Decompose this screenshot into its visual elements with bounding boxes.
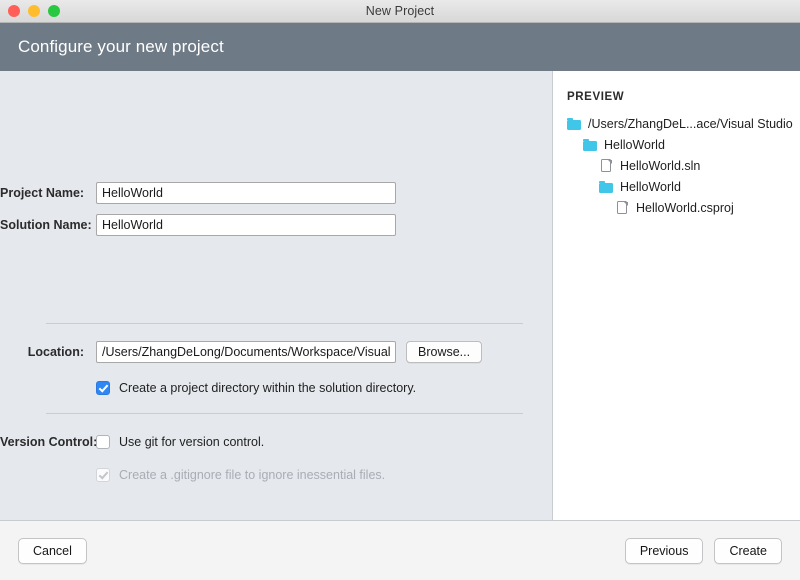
previous-button[interactable]: Previous: [624, 537, 704, 564]
tree-item-project-folder[interactable]: HelloWorld: [567, 176, 800, 197]
project-directory-checkbox-label: Create a project directory within the so…: [119, 381, 417, 395]
version-control-label: Version Control:: [0, 435, 98, 449]
use-git-checkbox-label: Use git for version control.: [119, 435, 265, 449]
tree-item-solution-file[interactable]: HelloWorld.sln: [567, 155, 800, 176]
cancel-button[interactable]: Cancel: [18, 537, 87, 564]
preview-heading: PREVIEW: [567, 91, 625, 103]
create-button[interactable]: Create: [714, 537, 782, 564]
browse-button[interactable]: Browse...: [406, 341, 483, 363]
dialog-header-banner: Configure your new project: [0, 23, 800, 71]
folder-icon: [567, 117, 581, 130]
gitignore-checkbox-row: Create a .gitignore file to ignore iness…: [0, 465, 552, 485]
location-input[interactable]: [96, 341, 396, 363]
maximize-button[interactable]: [48, 5, 60, 17]
project-name-row: Project Name:: [0, 181, 552, 205]
solution-name-label: Solution Name:: [0, 218, 92, 232]
file-icon: [599, 159, 613, 172]
location-row: Location: Browse...: [0, 340, 552, 364]
gitignore-checkbox-label: Create a .gitignore file to ignore iness…: [119, 468, 386, 482]
version-control-row: Version Control: Use git for version con…: [0, 430, 552, 454]
window-title: New Project: [365, 4, 435, 18]
window-titlebar: New Project: [0, 0, 800, 23]
location-field-group: Location: Browse... Create a project dir…: [0, 340, 552, 398]
tree-item-root-folder[interactable]: /Users/ZhangDeL...ace/Visual Studio: [567, 113, 800, 134]
window-controls: [8, 0, 60, 22]
file-icon: [615, 201, 629, 214]
tree-item-solution-folder[interactable]: HelloWorld: [567, 134, 800, 155]
tree-item-project-file[interactable]: HelloWorld.csproj: [567, 197, 800, 218]
tree-item-label: /Users/ZhangDeL...ace/Visual Studio: [588, 116, 793, 131]
section-divider-2: [46, 413, 523, 414]
name-field-group: Project Name: Solution Name:: [0, 181, 552, 237]
preview-pane: PREVIEW /Users/ZhangDeL...ace/Visual Stu…: [553, 71, 800, 520]
folder-icon: [583, 138, 597, 151]
checkbox-icon-project-directory[interactable]: [96, 381, 110, 395]
checkbox-icon-use-git[interactable]: [96, 435, 110, 449]
tree-item-label: HelloWorld: [604, 137, 665, 152]
solution-name-row: Solution Name:: [0, 213, 552, 237]
tree-item-label: HelloWorld.csproj: [636, 200, 734, 215]
solution-name-input[interactable]: [96, 214, 396, 236]
page-title: Configure your new project: [18, 37, 224, 56]
checkbox-icon-gitignore: [96, 468, 110, 482]
version-control-group: Version Control: Use git for version con…: [0, 430, 552, 485]
new-project-dialog: New Project Configure your new project P…: [0, 0, 800, 580]
tree-item-label: HelloWorld.sln: [620, 158, 701, 173]
dialog-footer: Cancel Previous Create: [0, 521, 800, 580]
location-label: Location:: [27, 345, 84, 359]
folder-icon: [599, 180, 613, 193]
close-button[interactable]: [8, 5, 20, 17]
project-name-label: Project Name:: [0, 186, 85, 200]
tree-item-label: HelloWorld: [620, 179, 681, 194]
section-divider-1: [46, 323, 523, 324]
dialog-body: Project Name: Solution Name: Location: B…: [0, 71, 800, 521]
preview-tree: /Users/ZhangDeL...ace/Visual Studio Hell…: [567, 113, 800, 218]
minimize-button[interactable]: [28, 5, 40, 17]
configuration-pane: Project Name: Solution Name: Location: B…: [0, 71, 553, 520]
project-directory-checkbox-row[interactable]: Create a project directory within the so…: [0, 378, 552, 398]
project-name-input[interactable]: [96, 182, 396, 204]
